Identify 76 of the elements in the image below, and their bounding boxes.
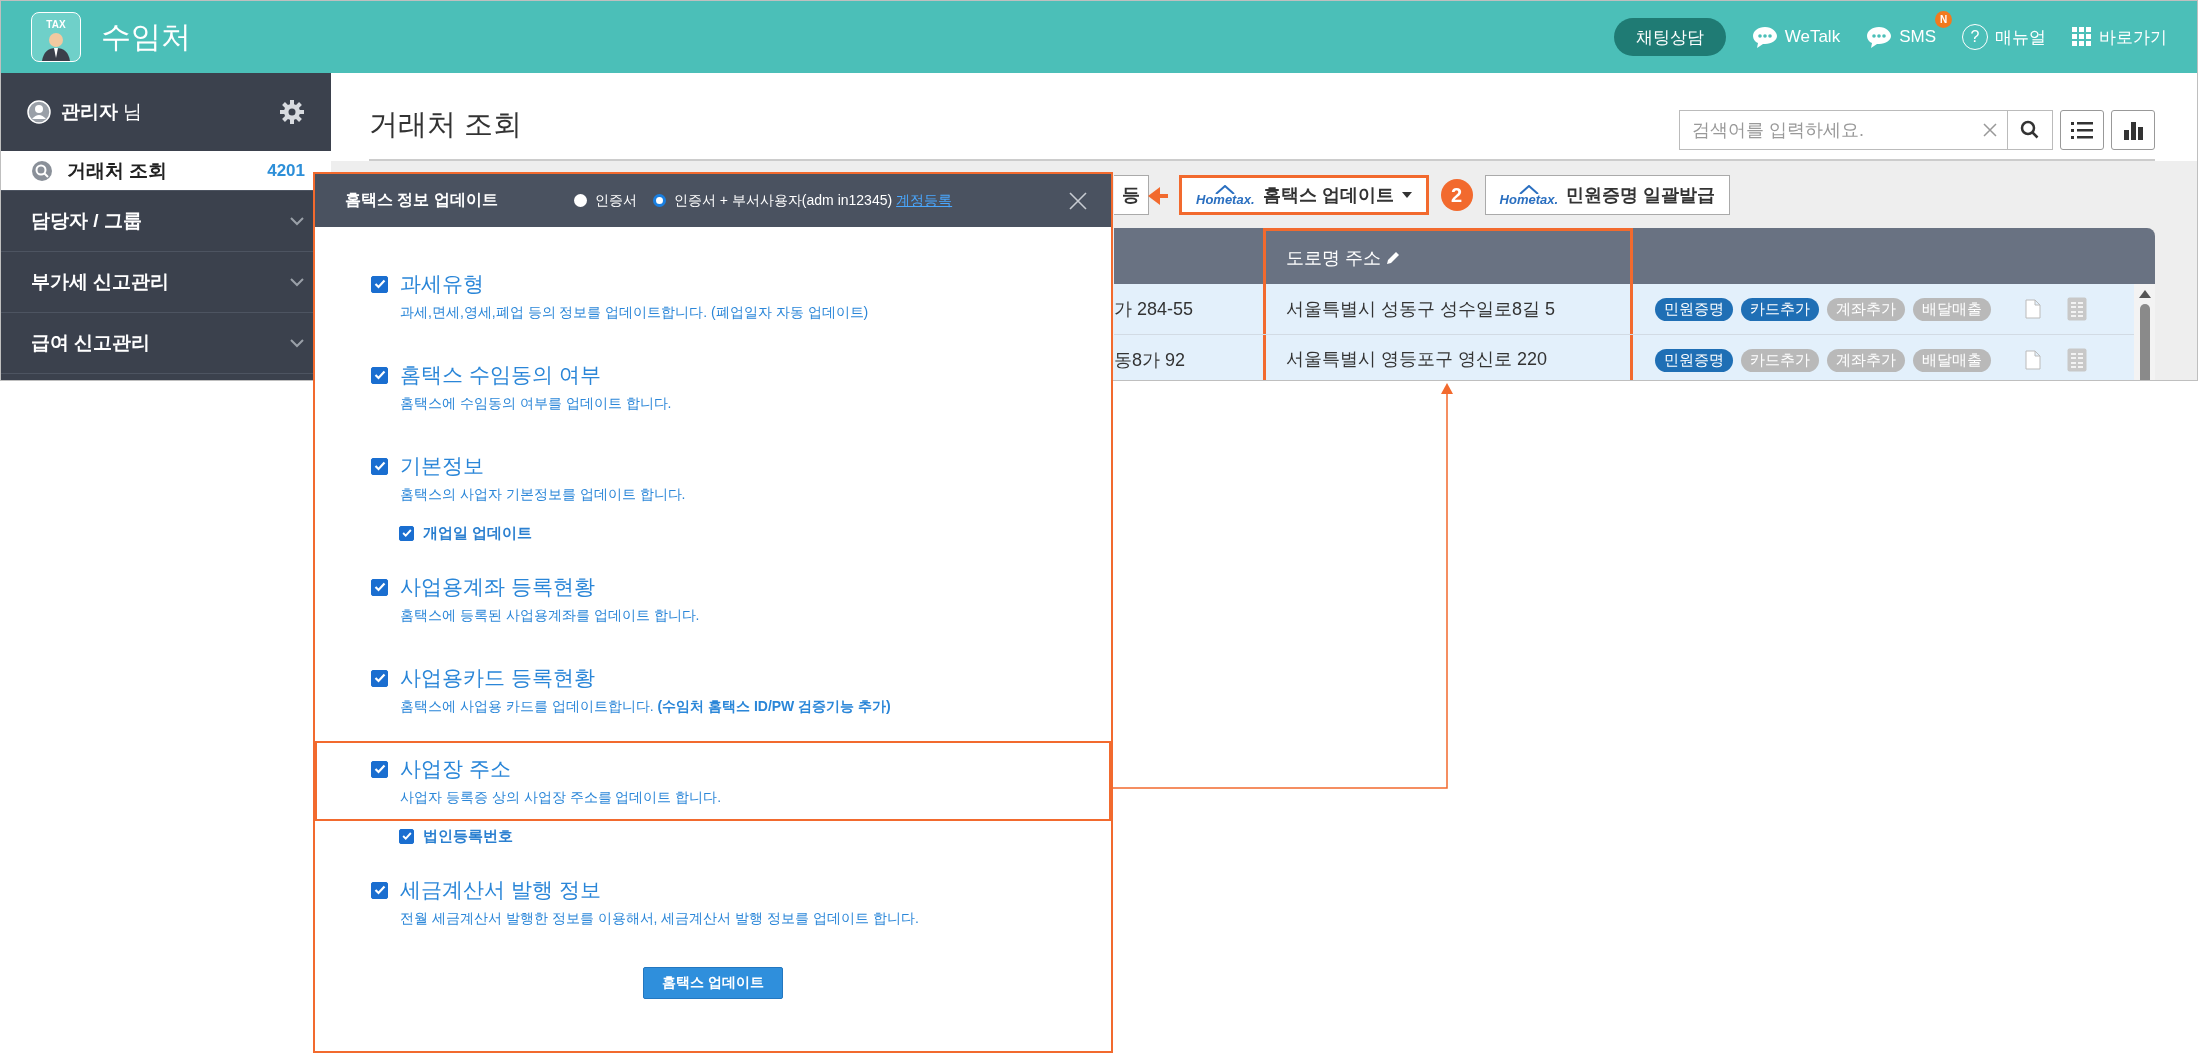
settings-icon[interactable] xyxy=(279,99,305,125)
search-bar[interactable]: 검색어를 입력하세요. xyxy=(1679,110,2053,150)
menu-label: 급여 신고관리 xyxy=(31,331,151,355)
tag-button[interactable]: 민원증명 xyxy=(1655,297,1733,321)
user-icon xyxy=(27,100,51,124)
option-title: 홈택스 수임동의 여부 xyxy=(400,362,601,388)
bar-chart-icon xyxy=(2123,120,2143,140)
roof-icon xyxy=(1215,184,1236,194)
user-name: 관리자 님 xyxy=(61,100,143,124)
account-register-link[interactable]: 계정등록 xyxy=(896,191,953,210)
search-icon xyxy=(2020,120,2040,140)
search-icon xyxy=(31,159,53,182)
menu-label: 부가세 신고관리 xyxy=(31,270,170,294)
option-description: 홈택스의 사업자 기본정보를 업데이트 합니다. xyxy=(399,485,687,504)
hometax-logo: Hometax. xyxy=(1499,193,1559,206)
checkbox[interactable] xyxy=(371,275,388,293)
pencil-icon[interactable] xyxy=(1385,249,1401,266)
page-title: 거래처 조회 xyxy=(369,107,523,142)
dialog-title: 홈택스 정보 업데이트 xyxy=(345,190,498,210)
scrollbar[interactable] xyxy=(2134,284,2155,380)
list-view-button[interactable] xyxy=(2060,110,2104,150)
chart-view-button[interactable] xyxy=(2111,110,2155,150)
option-description: 사업자 등록증 상의 사업장 주소를 업데이트 합니다. xyxy=(399,788,723,807)
option-description: 홈택스에 수임동의 여부를 업데이트 합니다. xyxy=(399,394,673,413)
radio-label[interactable]: 인증서 xyxy=(594,191,637,210)
option-title: 과세유형 xyxy=(400,271,484,297)
app-logo: TAX xyxy=(31,12,81,62)
step-badge: 2 xyxy=(1440,179,1473,211)
option-title: 사업용카드 등록현황 xyxy=(400,665,595,691)
scroll-up-icon[interactable] xyxy=(2138,290,2151,298)
checkbox[interactable] xyxy=(371,760,388,778)
menu-label: 담당자 / 그룹 xyxy=(31,209,142,233)
chevron-down-icon xyxy=(289,338,305,348)
pointer-arrow xyxy=(1148,187,1168,205)
option-title: 기본정보 xyxy=(400,453,484,479)
option-label: 개업일 업데이트 xyxy=(423,523,533,543)
checkbox[interactable] xyxy=(371,578,388,596)
hometax-button[interactable]: Hometax. 홈택스 업데이트 xyxy=(1179,175,1429,215)
radio-button[interactable] xyxy=(573,194,587,207)
checkbox[interactable] xyxy=(371,457,388,475)
hometax-logo: Hometax. xyxy=(1196,193,1255,206)
sidebar-item[interactable]: 거래처 조회 4201 xyxy=(1,151,331,191)
app-title: 수임처 xyxy=(101,18,191,55)
option-title: 사업장 주소 xyxy=(400,756,511,782)
radio-button[interactable] xyxy=(652,194,666,207)
option-title: 세금계산서 발행 정보 xyxy=(400,877,601,903)
checkbox[interactable] xyxy=(399,828,414,844)
option-label: 법인등록번호 xyxy=(423,826,513,846)
tag-button[interactable]: 카드추가 xyxy=(1741,297,1819,321)
chat-consult-button[interactable]: 채팅상담 xyxy=(1613,18,1726,56)
update-button[interactable]: 홈택스 업데이트 xyxy=(643,967,783,999)
table-cell: 서울특별시 영등포구 영신로 220 xyxy=(1263,335,1633,380)
menu-label: 거래처 조회 xyxy=(67,158,168,183)
chevron-down-icon xyxy=(289,216,305,226)
tag-button[interactable]: 민원증명 xyxy=(1655,348,1733,372)
option-description: 홈택스에 사업용 카드를 업데이트합니다. (수임처 홈택스 ID/PW 검증기능 추가) xyxy=(399,697,892,716)
option-description: 홈택스에 등록된 사업용계좌를 업데이트 합니다. xyxy=(399,606,701,625)
clear-icon[interactable] xyxy=(1983,123,1997,137)
notification-badge: N xyxy=(1935,11,1952,28)
chevron-down-icon xyxy=(289,277,305,287)
option-description: 전월 세금계산서 발행한 정보를 이용해서, 세금계산서 발행 정보를 업데이트 합니다. xyxy=(399,909,920,928)
option-description: 과세,면세,영세,폐업 등의 정보를 업데이트합니다. (폐업일자 자동 업데이트) xyxy=(399,303,870,322)
hometax-button[interactable]: Hometax. 민원증명 일괄발급 xyxy=(1484,175,1731,215)
radio-label[interactable]: 인증서 + 부서사용자(adm in12345) xyxy=(673,191,893,210)
roof-icon xyxy=(1518,184,1539,194)
option-title: 사업용계좌 등록현황 xyxy=(400,574,595,600)
close-icon[interactable] xyxy=(1069,191,1087,210)
checkbox[interactable] xyxy=(399,525,414,541)
checkbox[interactable] xyxy=(371,366,388,384)
checkbox[interactable] xyxy=(371,881,388,899)
checkbox[interactable] xyxy=(371,669,388,687)
list-icon xyxy=(2071,121,2093,139)
table-cell-text: 가 284-55 xyxy=(1114,298,1195,321)
toolbar-button[interactable]: 등 xyxy=(1114,175,1149,215)
table-cell-text: 동8가 92 xyxy=(1114,349,1187,372)
count-label: 4201 xyxy=(267,160,305,181)
